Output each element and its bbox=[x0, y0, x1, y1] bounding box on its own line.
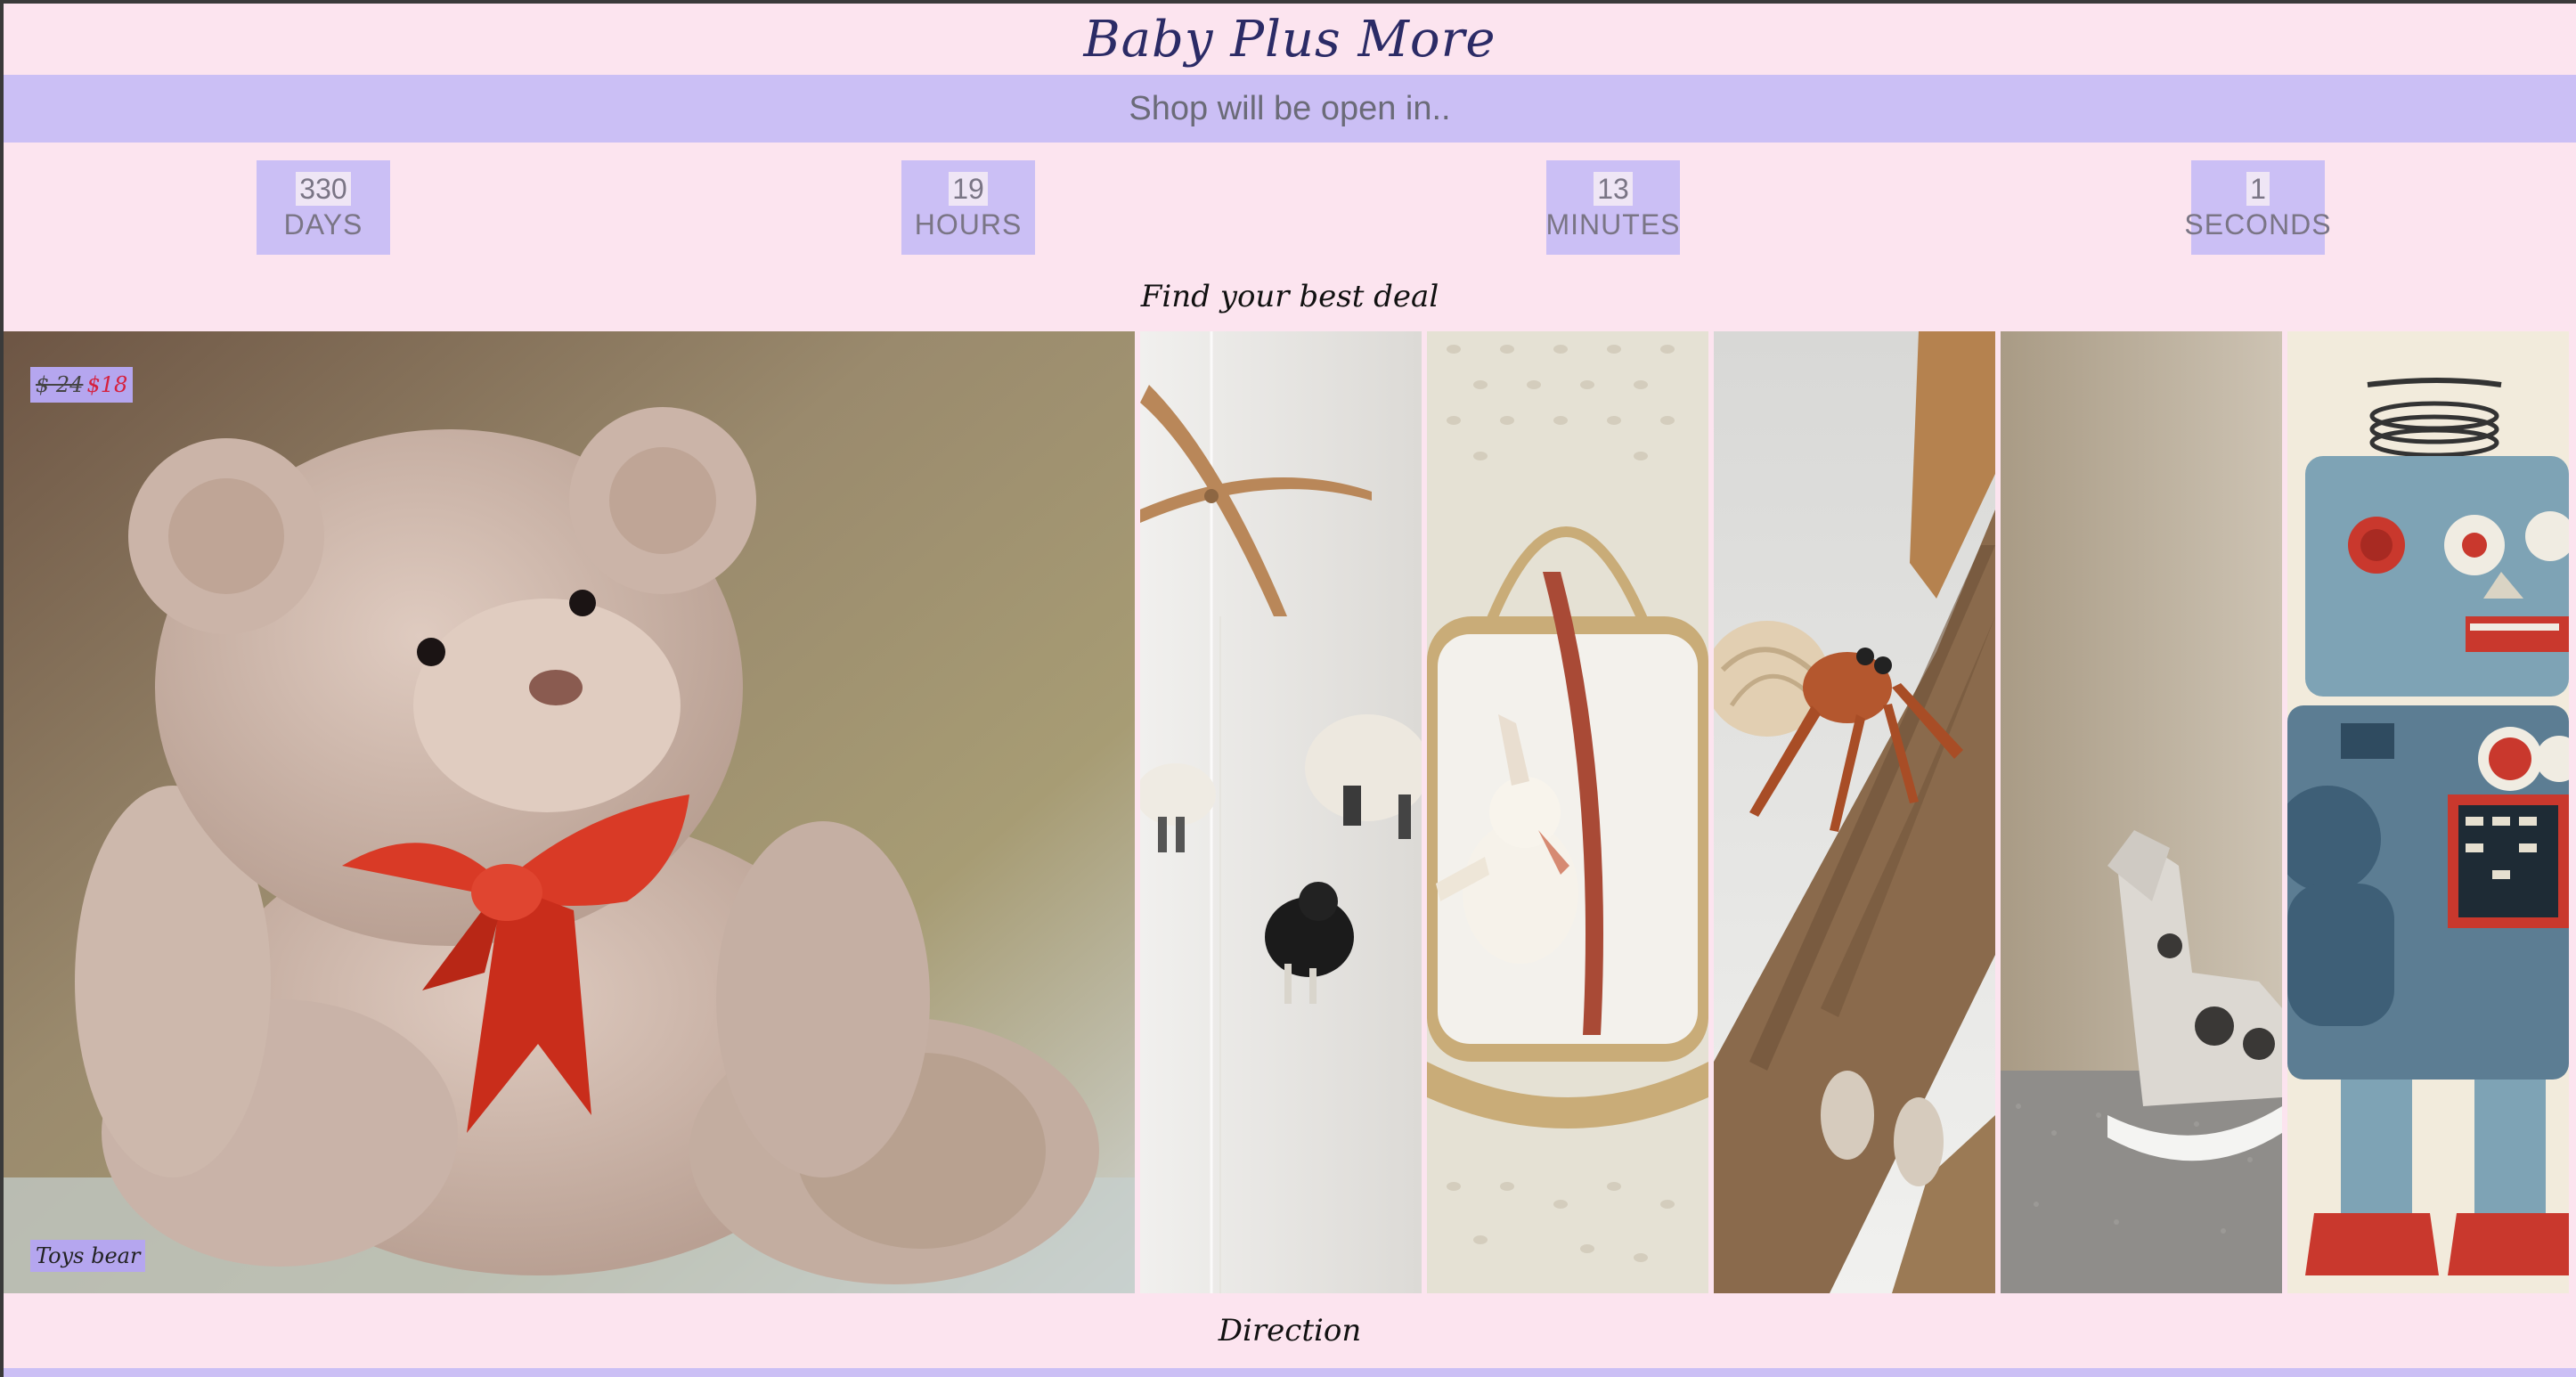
page: Baby Plus More Shop will be open in.. 33… bbox=[0, 0, 2576, 1377]
countdown-seconds: 1 SECONDS bbox=[2184, 160, 2331, 255]
countdown-days-label: DAYS bbox=[283, 208, 363, 240]
product-card-basket-bunny[interactable] bbox=[1427, 331, 1708, 1293]
countdown-minutes-label: MINUTES bbox=[1545, 208, 1681, 240]
brand-logo[interactable]: Baby Plus More bbox=[1084, 11, 1496, 69]
bottom-strip bbox=[4, 1368, 2576, 1377]
deals-heading-text: Find your best deal bbox=[1140, 279, 1439, 314]
product-gallery: $ 24 $18 Toys bear bbox=[4, 331, 2576, 1293]
countdown-days: 330 DAYS bbox=[257, 160, 390, 255]
countdown-hours-label: HOURS bbox=[914, 208, 1023, 240]
countdown-seconds-label: SECONDS bbox=[2184, 208, 2332, 240]
teddy-bear-image bbox=[4, 331, 1135, 1293]
featured-old-price: $ 24 bbox=[36, 372, 84, 397]
deals-heading: Find your best deal bbox=[4, 267, 2576, 326]
hermit-crab-image bbox=[1714, 331, 1995, 1293]
product-card-sheep-mobile[interactable] bbox=[1140, 331, 1422, 1293]
basket-bunny-image bbox=[1427, 331, 1708, 1293]
featured-new-price: $18 bbox=[86, 372, 128, 397]
countdown-hours: 19 HOURS bbox=[901, 160, 1035, 255]
opening-banner-text: Shop will be open in.. bbox=[1129, 89, 1451, 127]
product-card-tin-robot[interactable] bbox=[2287, 331, 2569, 1293]
countdown-minutes-value: 13 bbox=[1594, 172, 1633, 206]
rocking-horse-image bbox=[2001, 331, 2282, 1293]
opening-banner: Shop will be open in.. bbox=[4, 75, 2576, 143]
site-header: Baby Plus More bbox=[4, 4, 2576, 75]
countdown-seconds-value: 1 bbox=[2246, 172, 2270, 206]
countdown-days-value: 330 bbox=[296, 172, 351, 206]
product-card-rocking-horse[interactable] bbox=[2001, 331, 2282, 1293]
site-footer: Direction bbox=[4, 1293, 2576, 1368]
countdown-timer: 330 DAYS 19 HOURS 13 MINUTES 1 SECONDS bbox=[4, 143, 2576, 267]
sheep-mobile-image bbox=[1140, 331, 1422, 1293]
direction-link[interactable]: Direction bbox=[1219, 1313, 1361, 1348]
tin-robot-image bbox=[2287, 331, 2569, 1293]
featured-price-tag: $ 24 $18 bbox=[30, 367, 134, 403]
product-card-teddy-bear[interactable]: $ 24 $18 Toys bear bbox=[4, 331, 1135, 1293]
featured-product-name: Toys bear bbox=[30, 1240, 146, 1272]
countdown-hours-value: 19 bbox=[949, 172, 988, 206]
product-card-hermit-crab[interactable] bbox=[1714, 331, 1995, 1293]
countdown-minutes: 13 MINUTES bbox=[1546, 160, 1680, 255]
